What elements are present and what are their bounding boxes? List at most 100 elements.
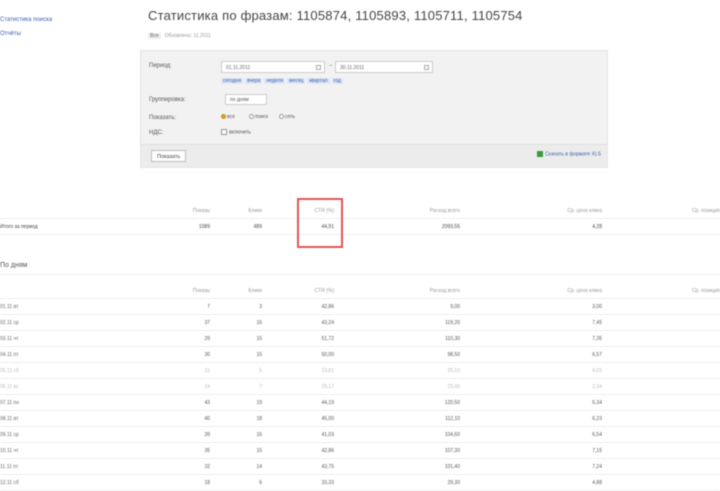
cell-impressions: 37 — [108, 314, 210, 331]
filter-panel: Период: 01.11.2011 – 30.11.2011 сегодня в… — [140, 50, 608, 168]
quick-periods: сегодня вчера неделя месяц квартал год — [221, 78, 345, 84]
quick-period-today[interactable]: сегодня — [221, 78, 244, 84]
quick-period-yesterday[interactable]: вчера — [245, 78, 263, 84]
cell-clicks: 7 — [210, 378, 262, 395]
cell-date: 02.11 ср — [0, 314, 108, 331]
col-header-impressions[interactable]: Показы — [108, 283, 210, 299]
col-header-impressions[interactable]: Показы — [108, 203, 210, 219]
cell-impressions: 18 — [108, 474, 210, 491]
cell-impressions: 39 — [108, 426, 210, 443]
summary-label: Итого за период — [0, 218, 108, 235]
quick-period-quarter[interactable]: квартал — [307, 78, 330, 84]
grouping-value: по дням — [230, 97, 249, 103]
option-all-radio[interactable]: все — [221, 114, 235, 120]
cell-ctr: 42,86 — [262, 442, 334, 459]
cell-clicks: 3 — [210, 298, 262, 315]
filter-tag[interactable]: Все — [148, 33, 161, 39]
cell-avg-position — [602, 410, 720, 427]
cell-avg-cpc: 6,54 — [460, 426, 602, 443]
radio-icon — [279, 114, 284, 120]
cell-spend: 23,40 — [334, 378, 460, 395]
cell-clicks: 16 — [210, 314, 262, 331]
col-header-avg-cpc[interactable]: Ср. цена клика — [460, 283, 602, 299]
cell-ctr: 29,17 — [262, 378, 334, 395]
table-row: 02.11 ср 37 16 43,24 119,20 7,45 — [0, 314, 720, 331]
cell-avg-position — [602, 474, 720, 491]
col-header-ctr[interactable]: CTR (%) — [262, 283, 334, 299]
date-to-value: 30.11.2011 — [340, 65, 365, 71]
date-from-input[interactable]: 01.11.2011 — [221, 61, 325, 73]
col-header-spend[interactable]: Расход всего — [334, 283, 460, 299]
table-row: 01.11 вт 7 3 42,86 9,00 3,00 — [0, 298, 720, 315]
summary-impressions: 1089 — [108, 218, 210, 235]
summary-header-row: Показы Клики CTR (%) Расход всего Ср. це… — [0, 203, 720, 219]
cell-spend: 107,30 — [334, 442, 460, 459]
radio-icon — [249, 114, 254, 120]
table-row: 07.11 пн 43 19 44,19 120,50 6,34 — [0, 394, 720, 411]
cell-ctr: 51,72 — [262, 330, 334, 347]
period-label: Период: — [149, 63, 172, 69]
summary-avg-position — [602, 218, 720, 235]
cell-spend: 112,10 — [334, 410, 460, 427]
vat-checkbox-label: включить — [229, 129, 251, 136]
cell-ctr: 45,00 — [262, 410, 334, 427]
cell-ctr: 23,81 — [262, 362, 334, 379]
daily-header-row: Показы Клики CTR (%) Расход всего Ср. це… — [0, 283, 720, 299]
col-header-clicks[interactable]: Клики — [210, 203, 262, 219]
col-header-spend[interactable]: Расход всего — [334, 203, 460, 219]
cell-avg-cpc: 3,00 — [460, 298, 602, 315]
col-header-avg-cpc[interactable]: Ср. цена клика — [460, 203, 602, 219]
cell-impressions: 32 — [108, 458, 210, 475]
cell-clicks: 16 — [210, 426, 262, 443]
cell-spend: 29,30 — [334, 474, 460, 491]
quick-period-week[interactable]: неделя — [264, 78, 286, 84]
cell-ctr: 33,33 — [262, 474, 334, 491]
cell-avg-cpc: 6,34 — [460, 394, 602, 411]
cell-ctr: 50,00 — [262, 346, 334, 363]
col-header — [0, 283, 108, 299]
radio-checked-icon — [221, 114, 226, 120]
cell-impressions: 40 — [108, 410, 210, 427]
table-row: 12.11 сб 18 6 33,33 29,30 4,88 — [0, 474, 720, 491]
calendar-icon[interactable] — [424, 65, 429, 70]
cell-clicks: 18 — [210, 410, 262, 427]
col-header-clicks[interactable]: Клики — [210, 283, 262, 299]
vat-checkbox[interactable]: включить — [221, 129, 251, 135]
cell-date: 08.11 вт — [0, 410, 108, 427]
grouping-select[interactable]: по дням — [225, 94, 267, 105]
quick-period-year[interactable]: год — [331, 78, 343, 84]
cell-date: 11.11 пт — [0, 458, 108, 475]
export-label: Скачать в формате XLS — [545, 151, 601, 158]
quick-period-month[interactable]: месяц — [287, 78, 306, 84]
daily-rows: 01.11 вт 7 3 42,86 9,00 3,00 02.11 ср 37 16 43,24… — [0, 298, 720, 491]
calendar-icon[interactable] — [316, 65, 321, 70]
updated-text: Обновлено: 11.2011 — [164, 33, 211, 39]
table-row: 05.11 сб 21 5 23,81 20,10 4,02 — [0, 362, 720, 379]
col-header-avg-position[interactable]: Ср. позиция — [602, 203, 720, 219]
cell-ctr: 41,03 — [262, 426, 334, 443]
daily-section-title: По дням — [0, 262, 28, 269]
option-search-label: поиск — [255, 114, 268, 120]
cell-avg-position — [602, 362, 720, 379]
cell-avg-position — [602, 378, 720, 395]
submit-button[interactable]: Показать — [151, 150, 187, 162]
cell-date: 07.11 пн — [0, 394, 108, 411]
date-to-input[interactable]: 30.11.2011 — [335, 61, 433, 73]
cell-ctr: 43,24 — [262, 314, 334, 331]
sidebar-link-reports[interactable]: Отчёты — [0, 31, 21, 37]
cell-avg-cpc: 7,45 — [460, 314, 602, 331]
option-network-label: сеть — [285, 114, 296, 120]
col-header-avg-position[interactable]: Ср. позиция — [602, 283, 720, 299]
cell-spend: 98,50 — [334, 346, 460, 363]
cell-impressions: 7 — [108, 298, 210, 315]
summary-table: Показы Клики CTR (%) Расход всего Ср. це… — [0, 203, 720, 235]
cell-date: 06.11 вс — [0, 378, 108, 395]
cell-spend: 104,60 — [334, 426, 460, 443]
export-xls-link[interactable]: Скачать в формате XLS — [537, 151, 601, 157]
cell-clicks: 15 — [210, 442, 262, 459]
date-from-value: 01.11.2011 — [226, 65, 251, 71]
option-network-radio[interactable]: сеть — [279, 114, 295, 120]
option-search-radio[interactable]: поиск — [249, 114, 268, 120]
sidebar-link-stats[interactable]: Статистика поиска — [0, 17, 52, 23]
cell-ctr: 44,19 — [262, 394, 334, 411]
